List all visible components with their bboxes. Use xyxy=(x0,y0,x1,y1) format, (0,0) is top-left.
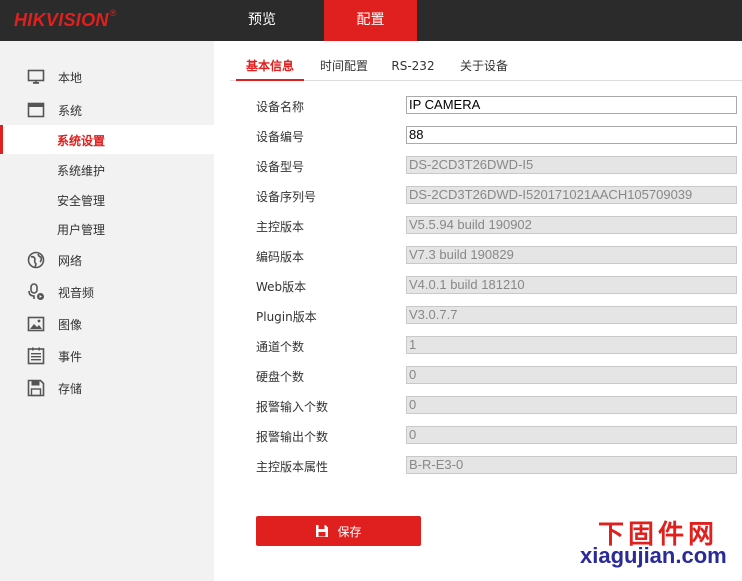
monitor-icon xyxy=(27,68,45,86)
sidebar-item-label: 图像 xyxy=(58,317,83,332)
field-label: Web版本 xyxy=(256,280,307,294)
field-label: Plugin版本 xyxy=(256,310,317,324)
sidebar-item-label: 本地 xyxy=(58,70,83,85)
tab-rs232[interactable]: RS-232 xyxy=(386,52,440,81)
sidebar-item-event[interactable]: 事件 xyxy=(0,341,214,371)
field-label: 报警输出个数 xyxy=(256,430,329,444)
sidebar-subitem-label: 安全管理 xyxy=(57,194,106,208)
globe-icon xyxy=(27,251,45,269)
form-row-channel-count: 通道个数 1 xyxy=(256,336,742,356)
form-row-device-model: 设备型号 DS-2CD3T26DWD-I5 xyxy=(256,156,742,176)
tab-about-device[interactable]: 关于设备 xyxy=(454,52,514,81)
sidebar-subitem-user-management[interactable]: 用户管理 xyxy=(0,214,214,243)
main-version-attr-field: B-R-E3-0 xyxy=(406,456,737,474)
sidebar-subitem-security[interactable]: 安全管理 xyxy=(0,185,214,214)
sidebar-item-label: 事件 xyxy=(58,349,83,364)
sidebar-item-system[interactable]: 系统 xyxy=(0,95,214,125)
watermark-url: xiagujian.com xyxy=(580,543,727,568)
top-navigation-bar: HIKVISION ® 预览 配置 xyxy=(0,0,742,41)
sidebar-item-label: 视音频 xyxy=(58,285,95,300)
logo-registered-mark: ® xyxy=(109,8,117,18)
microphone-icon xyxy=(27,283,45,301)
device-name-input[interactable]: IP CAMERA xyxy=(406,96,737,114)
field-label: 通道个数 xyxy=(256,340,305,354)
form-row-main-version: 主控版本 V5.5.94 build 190902 xyxy=(256,216,742,236)
list-icon xyxy=(27,347,45,365)
form-row-device-name: 设备名称 IP CAMERA xyxy=(256,96,742,116)
field-label: 设备编号 xyxy=(256,130,305,144)
alarm-input-count-field: 0 xyxy=(406,396,737,414)
sidebar-item-local[interactable]: 本地 xyxy=(0,62,214,92)
save-button-label: 保存 xyxy=(337,524,362,539)
device-number-input[interactable]: 88 xyxy=(406,126,737,144)
sidebar-item-video-audio[interactable]: 视音频 xyxy=(0,277,214,307)
plugin-version-field: V3.0.7.7 xyxy=(406,306,737,324)
sidebar-subitem-label: 系统设置 xyxy=(57,134,106,148)
sidebar-item-storage[interactable]: 存储 xyxy=(0,373,214,403)
floppy-icon xyxy=(27,379,45,397)
alarm-output-count-field: 0 xyxy=(406,426,737,444)
form-row-web-version: Web版本 V4.0.1 build 181210 xyxy=(256,276,742,296)
form-row-hdd-count: 硬盘个数 0 xyxy=(256,366,742,386)
tab-time-settings[interactable]: 时间配置 xyxy=(314,52,374,81)
sidebar-item-label: 网络 xyxy=(58,253,83,268)
sidebar-subitem-label: 系统维护 xyxy=(57,164,106,178)
sidebar-item-network[interactable]: 网络 xyxy=(0,245,214,275)
form-row-plugin-version: Plugin版本 V3.0.7.7 xyxy=(256,306,742,326)
hikvision-logo: HIKVISION ® xyxy=(14,8,117,30)
save-button[interactable]: 保存 xyxy=(256,516,421,546)
form-row-encoding-version: 编码版本 V7.3 build 190829 xyxy=(256,246,742,266)
sidebar-subitem-system-settings[interactable]: 系统设置 xyxy=(0,125,214,154)
sidebar: 本地 系统 系统设置 系统维护 安全管理 用户管理 网络 视音频 图像 事件 存… xyxy=(0,41,214,581)
device-model-field: DS-2CD3T26DWD-I5 xyxy=(406,156,737,174)
floppy-icon xyxy=(315,524,329,538)
window-icon xyxy=(27,101,45,119)
sidebar-subitem-system-maintenance[interactable]: 系统维护 xyxy=(0,155,214,184)
form-row-serial-number: 设备序列号 DS-2CD3T26DWD-I520171021AACH105709… xyxy=(256,186,742,206)
encoding-version-field: V7.3 build 190829 xyxy=(406,246,737,264)
form-row-alarm-output-count: 报警输出个数 0 xyxy=(256,426,742,446)
field-label: 设备序列号 xyxy=(256,190,317,204)
field-label: 报警输入个数 xyxy=(256,400,329,414)
field-label: 主控版本 xyxy=(256,220,305,234)
field-label: 主控版本属性 xyxy=(256,460,329,474)
logo-text: HIKVISION xyxy=(14,10,109,30)
sidebar-subitem-label: 用户管理 xyxy=(57,223,106,237)
serial-number-field: DS-2CD3T26DWD-I520171021AACH105709039 xyxy=(406,186,737,204)
form-row-alarm-input-count: 报警输入个数 0 xyxy=(256,396,742,416)
channel-count-field: 1 xyxy=(406,336,737,354)
tab-preview[interactable]: 预览 xyxy=(213,0,311,41)
hdd-count-field: 0 xyxy=(406,366,737,384)
tab-basic-info[interactable]: 基本信息 xyxy=(236,52,304,81)
config-subtabs: 基本信息 时间配置 RS-232 关于设备 xyxy=(230,52,742,81)
sidebar-item-label: 系统 xyxy=(58,103,83,118)
field-label: 设备名称 xyxy=(256,100,305,114)
tab-config[interactable]: 配置 xyxy=(324,0,417,41)
sidebar-item-image[interactable]: 图像 xyxy=(0,309,214,339)
form-row-main-version-attr: 主控版本属性 B-R-E3-0 xyxy=(256,456,742,476)
field-label: 编码版本 xyxy=(256,250,305,264)
image-icon xyxy=(27,315,45,333)
field-label: 设备型号 xyxy=(256,160,305,174)
field-label: 硬盘个数 xyxy=(256,370,305,384)
form-row-device-number: 设备编号 88 xyxy=(256,126,742,146)
web-version-field: V4.0.1 build 181210 xyxy=(406,276,737,294)
main-version-field: V5.5.94 build 190902 xyxy=(406,216,737,234)
sidebar-item-label: 存储 xyxy=(58,381,83,396)
